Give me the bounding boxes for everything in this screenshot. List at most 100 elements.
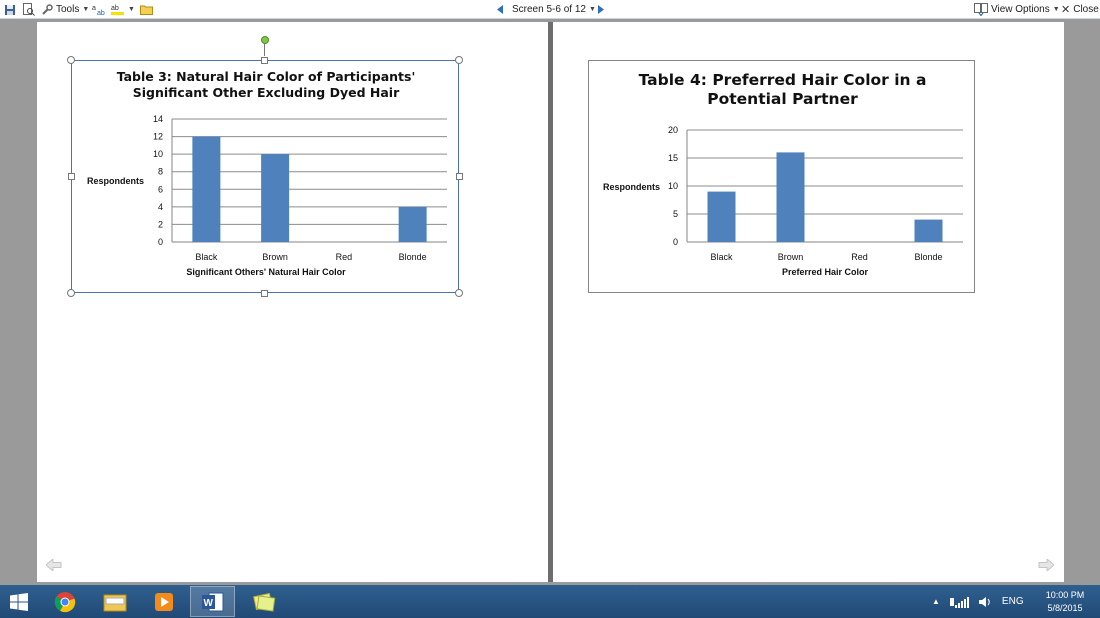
- y-tick-label: 15: [668, 153, 678, 163]
- y-tick-label: 10: [668, 181, 678, 191]
- highlight-button[interactable]: ab ▼: [111, 0, 135, 19]
- y-tick-label: 12: [153, 132, 163, 142]
- save-button[interactable]: [4, 0, 16, 19]
- clock[interactable]: 10:00 PM 5/8/2015: [1036, 589, 1094, 615]
- taskbar-sticky-notes[interactable]: [241, 586, 286, 617]
- folder-icon: [103, 594, 126, 611]
- taskbar-file-explorer[interactable]: [92, 586, 137, 617]
- arrow-right-icon: [598, 5, 604, 14]
- previous-page-arrow[interactable]: [45, 557, 62, 573]
- previous-screen-button[interactable]: [497, 0, 504, 19]
- bar-black: [192, 136, 221, 242]
- reading-toolbar: Tools ▼ a ab ab ▼ Screen 5-6 of 12 ▼ View…: [0, 0, 1100, 19]
- arrow-right-icon: [1038, 557, 1055, 573]
- y-tick-label: 14: [153, 114, 163, 124]
- view-options-menu[interactable]: View Options ▼: [974, 0, 1060, 19]
- x-tick-label: Black: [710, 252, 733, 262]
- tools-icon: [42, 4, 53, 15]
- bar-brown: [776, 152, 805, 242]
- save-icon: [5, 4, 15, 15]
- y-tick-label: 10: [153, 149, 163, 159]
- chart-plot: 0 2 4 6 8 10 12 14 Black Brown Red Blonde: [153, 114, 447, 262]
- svg-text:ab: ab: [97, 10, 105, 16]
- y-tick-label: 5: [673, 209, 678, 219]
- network-icon[interactable]: [949, 596, 972, 608]
- next-screen-button[interactable]: [597, 0, 604, 19]
- next-page-arrow[interactable]: [1038, 557, 1055, 573]
- y-tick-label: 6: [158, 184, 163, 194]
- x-tick-label: Red: [336, 252, 353, 262]
- bar-black: [707, 191, 736, 242]
- translate-icon: aab: [92, 5, 105, 16]
- windows-taskbar: W ▲ ENG 10:00 PM 5/8/2015: [0, 585, 1100, 618]
- language-indicator[interactable]: ENG: [1002, 596, 1024, 607]
- chevron-down-icon: ▼: [128, 6, 135, 13]
- resize-handle-top-left[interactable]: [67, 56, 75, 64]
- resize-handle-top[interactable]: [261, 57, 268, 64]
- chart-plot: 0 5 10 15 20 Black Brown Red Blonde: [668, 125, 963, 262]
- taskbar-word[interactable]: W: [190, 586, 235, 617]
- chart-table-4[interactable]: Table 4: Preferred Hair Color in a Poten…: [588, 60, 975, 293]
- chevron-down-icon: ▼: [82, 6, 90, 13]
- screen-selector[interactable]: Screen 5-6 of 12 ▼: [512, 0, 596, 19]
- view-options-icon: [974, 3, 988, 16]
- y-tick-label: 20: [668, 125, 678, 135]
- show-hidden-icons-icon[interactable]: ▲: [932, 597, 940, 606]
- x-tick-label: Black: [195, 252, 218, 262]
- x-tick-label: Red: [851, 252, 868, 262]
- start-button[interactable]: [0, 586, 38, 617]
- y-tick-label: 4: [158, 202, 163, 212]
- close-label: Close: [1073, 4, 1099, 15]
- y-tick-label: 0: [158, 237, 163, 247]
- screen-indicator: Screen 5-6 of 12: [512, 4, 586, 15]
- highlighter-icon: ab: [111, 5, 124, 15]
- translate-button[interactable]: a ab: [92, 0, 106, 19]
- word-icon: W: [201, 592, 223, 611]
- print-preview-icon: [23, 3, 35, 16]
- close-icon: ✕: [1061, 4, 1071, 16]
- media-player-icon: [154, 592, 173, 611]
- resize-handle-left[interactable]: [68, 173, 75, 180]
- x-tick-label: Brown: [262, 252, 288, 262]
- comment-button[interactable]: [140, 0, 153, 19]
- chart-table-3[interactable]: Table 3: Natural Hair Color of Participa…: [71, 60, 459, 293]
- x-tick-label: Brown: [778, 252, 804, 262]
- chevron-down-icon: ▼: [1052, 6, 1060, 13]
- volume-icon[interactable]: [978, 596, 992, 608]
- svg-text:ab: ab: [111, 5, 119, 12]
- x-tick-label: Blonde: [399, 252, 427, 262]
- svg-text:W: W: [203, 598, 213, 609]
- chrome-icon: [54, 591, 75, 612]
- resize-handle-bottom[interactable]: [261, 290, 268, 297]
- bar-brown: [261, 154, 290, 242]
- resize-handle-right[interactable]: [456, 173, 463, 180]
- x-tick-label: Blonde: [914, 252, 942, 262]
- resize-handle-top-right[interactable]: [455, 56, 463, 64]
- sticky-notes-icon: [252, 592, 275, 612]
- arrow-left-icon: [45, 557, 62, 573]
- bar-blonde: [914, 219, 943, 242]
- rotate-connector: [264, 44, 265, 56]
- arrow-left-icon: [497, 5, 503, 14]
- resize-handle-bottom-right[interactable]: [455, 289, 463, 297]
- view-options-label: View Options: [991, 4, 1050, 15]
- chevron-down-icon: ▼: [588, 6, 596, 13]
- windows-logo-icon: [10, 592, 28, 611]
- svg-text:a: a: [92, 5, 96, 12]
- y-tick-label: 8: [158, 167, 163, 177]
- taskbar-chrome[interactable]: [42, 586, 87, 617]
- clock-date: 5/8/2015: [1047, 603, 1083, 613]
- system-tray: ▲ ENG: [932, 585, 1024, 618]
- word-reading-view: Tools ▼ a ab ab ▼ Screen 5-6 of 12 ▼ View…: [0, 0, 1100, 618]
- comment-folder-icon: [140, 5, 153, 15]
- print-preview-button[interactable]: [22, 0, 35, 19]
- close-button[interactable]: ✕ Close: [1061, 0, 1099, 19]
- bar-blonde: [398, 206, 427, 242]
- clock-time: 10:00 PM: [1045, 590, 1085, 600]
- rotate-handle[interactable]: [261, 36, 269, 44]
- y-tick-label: 0: [673, 237, 678, 247]
- resize-handle-bottom-left[interactable]: [67, 289, 75, 297]
- tools-menu[interactable]: Tools ▼: [42, 0, 89, 19]
- taskbar-media-player[interactable]: [141, 586, 186, 617]
- y-tick-label: 2: [158, 219, 163, 229]
